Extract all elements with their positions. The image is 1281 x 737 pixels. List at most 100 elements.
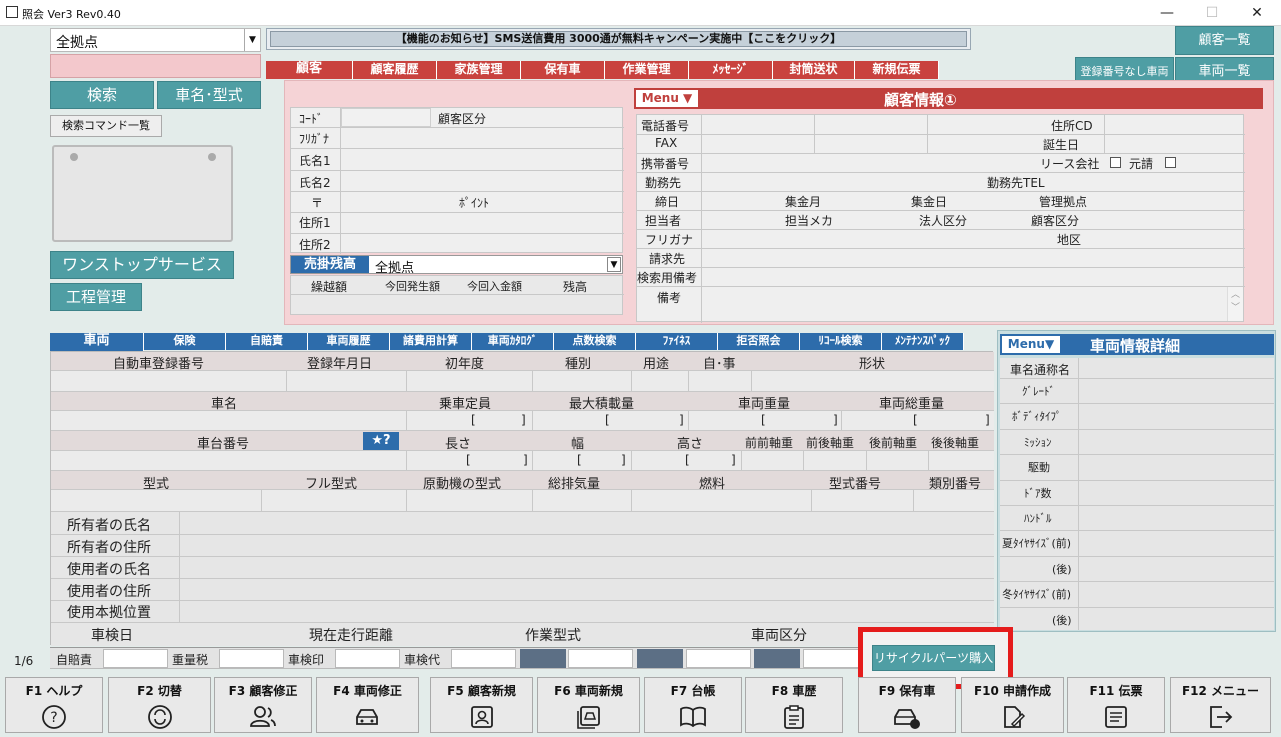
page-indicator: 1/6 [14, 654, 34, 668]
kind-label: 種別 [565, 357, 592, 372]
code-field[interactable] [341, 108, 431, 127]
inspection-date-label: 車検日 [91, 628, 133, 644]
photo-frame [52, 145, 233, 242]
detail-row-label: ﾐｯｼｮﾝ [1024, 436, 1052, 449]
weight-bracket-close: ] [833, 413, 838, 427]
notice-banner[interactable]: 【機能のお知らせ】SMS送信費用 3000通が無料キャンペーン実施中【ここをクリ… [266, 28, 971, 50]
f4-vehicle-edit-button[interactable]: F4 車両修正 [316, 677, 419, 733]
tab-new-slip[interactable]: 新規伝票 [855, 61, 939, 79]
name2-label: 氏名2 [299, 176, 331, 190]
maximize-button[interactable]: ☐ [1190, 3, 1234, 23]
book-icon [680, 706, 706, 728]
process-management-button[interactable]: 工程管理 [50, 283, 142, 311]
tab-message[interactable]: ﾒｯｾｰｼﾞ [689, 61, 773, 79]
f1-help-button[interactable]: F1 ヘルプ ? [5, 677, 103, 733]
jibaiseki-field[interactable] [103, 649, 168, 668]
chevron-down-icon[interactable]: ▼ [607, 257, 621, 272]
extra-field[interactable] [686, 649, 751, 668]
svg-text:?: ? [50, 710, 57, 726]
search-button[interactable]: 検索 [50, 81, 154, 109]
search-command-button[interactable]: 検索コマンド一覧 [50, 115, 162, 137]
weight-label: 車両重量 [738, 397, 791, 412]
tab-customer[interactable]: 顧客 [266, 61, 353, 79]
recycle-parts-button[interactable]: リサイクルパーツ購入 [872, 645, 995, 671]
branch-select[interactable]: 全拠点 ▼ [50, 28, 261, 52]
minimize-button[interactable]: — [1145, 3, 1189, 23]
tab-finance[interactable]: ﾌｧｲﾈｽ [636, 333, 718, 350]
f5-customer-new-button[interactable]: F5 顧客新規 [430, 677, 533, 733]
f8-vehicle-history-button[interactable]: F8 車歴 [745, 677, 843, 733]
tab-vehicle-history[interactable]: 車両履歴 [308, 333, 390, 350]
weight-tax-label: 重量税 [172, 653, 209, 667]
collect-month-label: 集金月 [785, 195, 822, 209]
tab-vehicle[interactable]: 車両 [50, 333, 144, 352]
model-no-label: 型式番号 [829, 477, 882, 492]
vehicle-detail-title: 車両情報詳細 [1090, 337, 1181, 355]
tab-envelope[interactable]: 封筒送状 [773, 61, 855, 79]
customer-menu-button[interactable]: Menu ▼ [636, 90, 698, 107]
width-bracket-open: [ [577, 453, 582, 467]
inspection-fee-field[interactable] [451, 649, 516, 668]
remarks-scrollbar[interactable]: ︿ ﹀ [1227, 287, 1243, 321]
weight-bracket-open: [ [761, 413, 766, 427]
f3-customer-edit-button[interactable]: F3 顧客修正 [214, 677, 312, 733]
addr-cd-label: 住所CD [1051, 119, 1093, 133]
reg-no-label: 自動車登録番号 [113, 357, 205, 372]
vehicle-detail-panel: Menu▼ 車両情報詳細 車名通称名 ｸﾞﾚｰﾄﾞ ﾎﾞﾃﾞｨﾀｲﾌﾟ ﾐｯｼｮ… [997, 330, 1276, 632]
staff-maker-label: 担当メカ [785, 214, 834, 228]
fr-axle-label: 前後軸重 [806, 436, 855, 450]
branch-select-value: 全拠点 [56, 35, 98, 51]
f12-menu-button[interactable]: F12 メニュー [1170, 677, 1271, 733]
tab-work[interactable]: 作業管理 [605, 61, 689, 79]
original-checkbox[interactable] [1165, 157, 1176, 168]
f2-switch-button[interactable]: F2 切替 [108, 677, 211, 733]
max-load-label: 最大積載量 [569, 397, 635, 412]
carname-button[interactable]: 車名･型式 [157, 81, 261, 109]
f9-owned-vehicle-button[interactable]: F9 保有車 [858, 677, 956, 733]
tab-score-search[interactable]: 点数検索 [554, 333, 636, 350]
tab-refusal[interactable]: 拒否照会 [718, 333, 800, 350]
extra-field[interactable] [568, 649, 633, 668]
vehicle-menu-button[interactable]: Menu▼ [1002, 336, 1060, 353]
region-label: 地区 [1057, 233, 1082, 247]
receivable-header: 売掛残高 全拠点 ▼ [290, 255, 623, 276]
width-bracket-close: ] [621, 453, 626, 467]
f7-ledger-button[interactable]: F7 台帳 [644, 677, 742, 733]
balance-label: 残高 [563, 280, 588, 294]
detail-row-label: (後) [1052, 614, 1072, 627]
close-button[interactable]: ✕ [1235, 3, 1279, 23]
search-input[interactable] [50, 54, 261, 78]
car-edit-icon [355, 709, 378, 725]
tab-catalog[interactable]: 車両ｶﾀﾛｸﾞ [472, 333, 554, 350]
customer-info-header: Menu ▼ 顧客情報① [634, 88, 1263, 109]
tab-expenses[interactable]: 諸費用計算 [390, 333, 472, 350]
tab-jibaiseki[interactable]: 自賠責 [226, 333, 308, 350]
capacity-bracket-close: ] [521, 413, 526, 427]
receivable-branch[interactable]: 全拠点 [375, 257, 414, 276]
lease-checkbox[interactable] [1110, 157, 1121, 168]
fuel-label: 燃料 [699, 477, 726, 492]
vehicle-type-label: 車両区分 [751, 628, 807, 644]
onestop-service-button[interactable]: ワンストップサービス [50, 251, 234, 279]
tab-recall[interactable]: ﾘｺｰﾙ検索 [800, 333, 882, 350]
tab-maintenance-pack[interactable]: ﾒﾝﾃﾅﾝｽﾊﾟｯｸ [882, 333, 964, 350]
tab-customer-history[interactable]: 顧客履歴 [353, 61, 437, 79]
f11-slip-button[interactable]: F11 伝票 [1067, 677, 1165, 733]
first-year-label: 初年度 [445, 357, 485, 372]
shape-label: 形状 [859, 357, 886, 372]
f10-application-button[interactable]: F10 申請作成 [961, 677, 1064, 733]
class-no-label: 類別番号 [929, 477, 982, 492]
f6-vehicle-new-button[interactable]: F6 車両新規 [537, 677, 640, 733]
document-edit-icon [1003, 706, 1025, 728]
weight-tax-field[interactable] [219, 649, 284, 668]
chevron-down-icon: ▼ [244, 29, 260, 51]
tab-family[interactable]: 家族管理 [437, 61, 521, 79]
tab-owned-vehicles[interactable]: 保有車 [521, 61, 605, 79]
chassis-help-button[interactable]: ★? [363, 432, 399, 450]
code-label: ｺｰﾄﾞ [299, 112, 324, 126]
fkey-label: F4 車両修正 [333, 684, 402, 698]
customer-list-button[interactable]: 顧客一覧 [1175, 26, 1274, 55]
inspection-stamp-field[interactable] [335, 649, 400, 668]
tab-insurance[interactable]: 保険 [144, 333, 226, 350]
mobile-label: 携帯番号 [641, 157, 690, 171]
